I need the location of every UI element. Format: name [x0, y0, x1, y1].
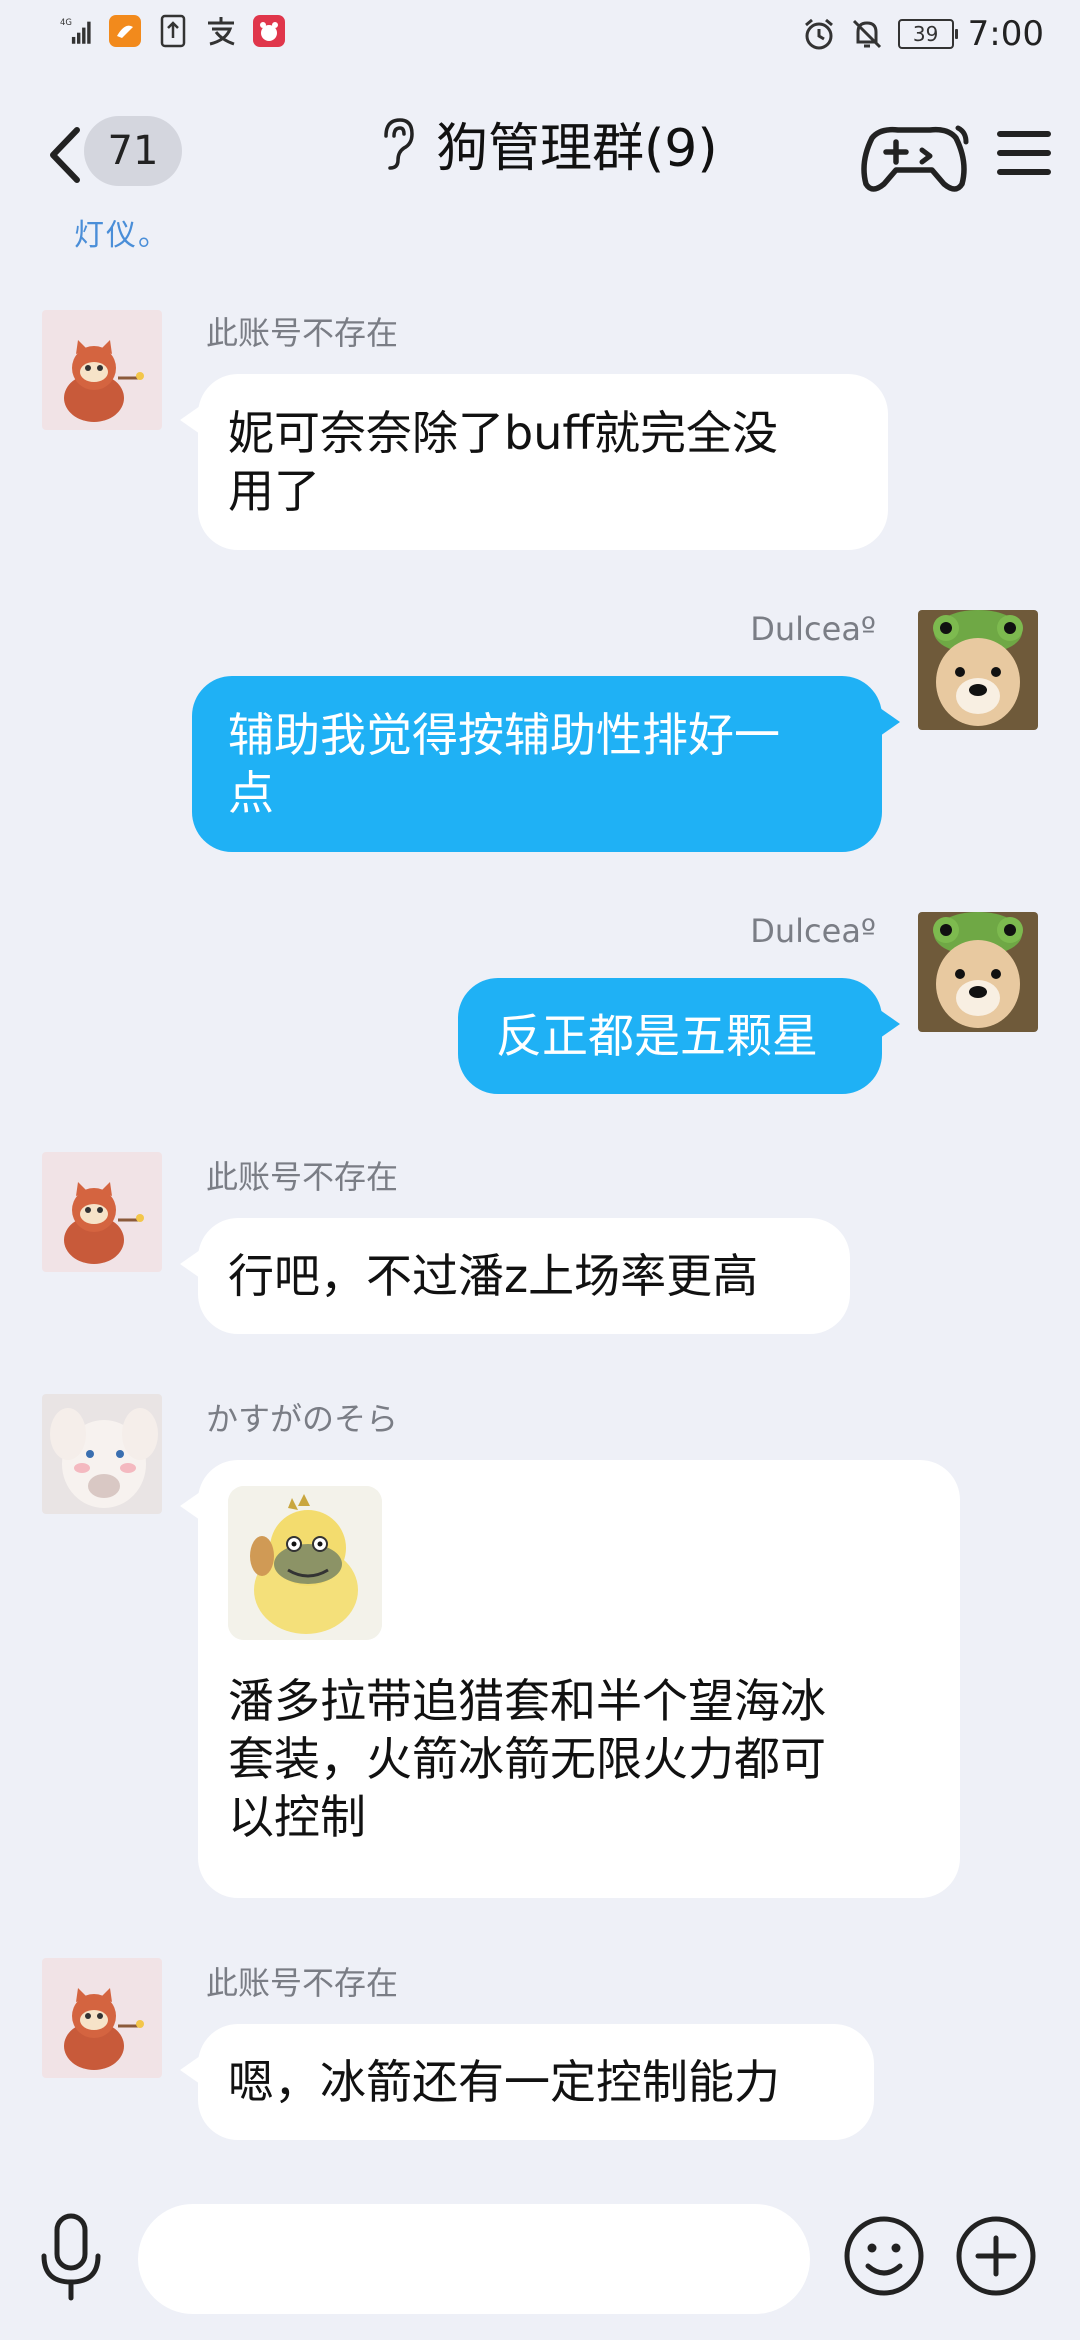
cat-avatar[interactable] [42, 310, 162, 430]
plus-icon [956, 2216, 1036, 2296]
signal-icon: 4G [60, 14, 94, 48]
chevron-left-icon [50, 127, 80, 183]
sender-name: Dulceaº [750, 610, 876, 648]
emoji-button[interactable] [842, 2214, 926, 2298]
message-line: 潘多拉带追猎套和半个望海冰 [228, 1674, 826, 1728]
menu-button[interactable] [996, 126, 1052, 180]
dog-avatar[interactable] [918, 610, 1038, 730]
game-button[interactable] [858, 122, 970, 196]
alipay-icon [204, 14, 238, 48]
chat-screen: 4G 39 7:00 71 狗管理群(9) 灯仪。 此账号不存在 妮可奈奈除了b… [0, 0, 1080, 2340]
alarm-icon [802, 17, 836, 51]
status-bar: 4G 39 7:00 [0, 0, 1080, 72]
back-button[interactable] [40, 120, 90, 190]
ear-icon [384, 117, 414, 170]
chat-header: 71 狗管理群(9) [0, 80, 1080, 220]
message-input[interactable] [138, 2204, 810, 2314]
message-bubble[interactable]: 行吧，不过潘z上场率更高 [198, 1218, 850, 1334]
plus-button[interactable] [954, 2214, 1038, 2298]
bubble-tail [180, 1492, 200, 1520]
menu-icon [997, 131, 1051, 175]
sender-name: Dulceaº [750, 912, 876, 950]
mute-icon [850, 17, 884, 51]
message-bubble[interactable]: 反正都是五颗星 [458, 978, 882, 1094]
message-line: 行吧，不过潘z上场率更高 [228, 1249, 759, 1303]
app-badge-icon [252, 14, 286, 48]
message-line: 反正都是五颗星 [496, 1009, 818, 1063]
message-bubble[interactable]: 辅助我觉得按辅助性排好一 点 [192, 676, 882, 852]
sender-name: かすがのそら [206, 1400, 399, 1438]
battery-icon: 39 [897, 19, 958, 49]
plush-avatar[interactable] [42, 1394, 162, 1514]
emoji-icon [844, 2216, 924, 2296]
message-line: 妮可奈奈除了buff就完全没 [228, 406, 779, 460]
status-left: 4G [60, 14, 286, 48]
voice-button[interactable] [36, 2212, 106, 2304]
dog-avatar[interactable] [918, 912, 1038, 1032]
bubble-tail [880, 708, 900, 736]
message-line: 点 [228, 766, 274, 820]
bubble-tail [880, 1010, 900, 1038]
message-bubble[interactable]: 妮可奈奈除了buff就完全没 用了 [198, 374, 888, 550]
title-wrap[interactable]: 狗管理群(9) [376, 106, 718, 181]
message-bubble[interactable]: 嗯，冰箭还有一定控制能力 [198, 2024, 874, 2140]
message-line: 嗯，冰箭还有一定控制能力 [228, 2055, 780, 2109]
svg-text:4G: 4G [60, 18, 72, 28]
sender-name: 此账号不存在 [206, 314, 399, 352]
upload-icon [156, 14, 190, 48]
cat-avatar[interactable] [42, 1958, 162, 2078]
bubble-tail [180, 1250, 200, 1278]
message-bubble[interactable]: 潘多拉带追猎套和半个望海冰 套装，火箭冰箭无限火力都可 以控制 [198, 1460, 960, 1898]
message-line: 用了 [228, 464, 320, 518]
message-line: 以控制 [228, 1790, 366, 1844]
app-notification-icon [108, 14, 142, 48]
message-line: 套装，火箭冰箭无限火力都可 [228, 1732, 826, 1786]
sender-name: 此账号不存在 [206, 1964, 399, 2002]
sender-name: 此账号不存在 [206, 1158, 399, 1196]
partial-message-text: 灯仪。 [74, 218, 170, 253]
unread-count-badge[interactable]: 71 [84, 116, 182, 186]
bubble-tail [180, 2056, 200, 2084]
input-bar [0, 2190, 1080, 2340]
gamepad-icon [861, 125, 969, 192]
clock: 7:00 [967, 14, 1044, 54]
microphone-icon [41, 2213, 101, 2301]
cat-avatar[interactable] [42, 1152, 162, 1272]
bubble-tail [180, 406, 200, 434]
message-line: 辅助我觉得按辅助性排好一 [228, 708, 780, 762]
status-right: 39 7:00 [802, 14, 1044, 54]
group-title: 狗管理群(9) [436, 119, 718, 179]
duck-sticker[interactable] [228, 1486, 382, 1640]
